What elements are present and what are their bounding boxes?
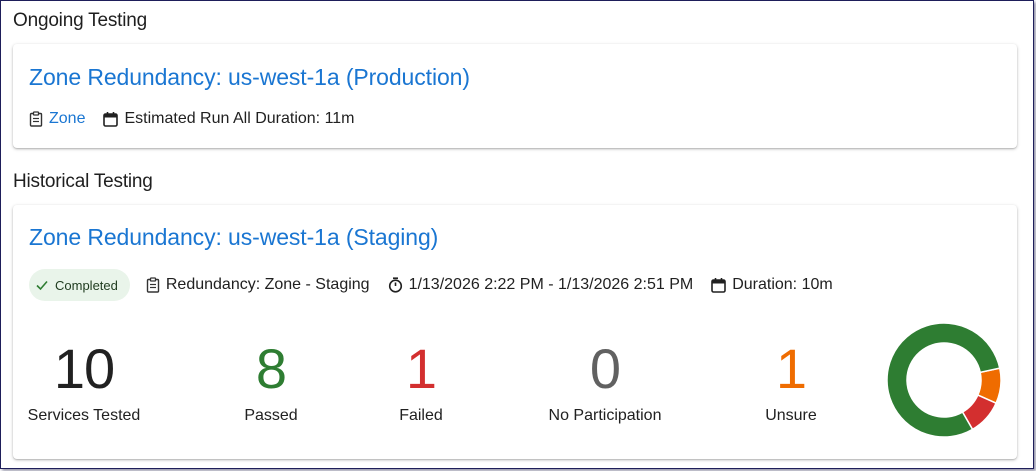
- scenario-name-text: Redundancy: Zone - Staging: [165, 276, 370, 293]
- stat-value: 1: [775, 337, 807, 400]
- ongoing-test-meta: Zone Estimated Run All Duration: 11m: [29, 110, 373, 128]
- stat-label: No Participation: [548, 407, 662, 424]
- scenario-type: Zone: [29, 110, 85, 128]
- run-duration-text: Duration: 10m: [732, 276, 833, 293]
- stat-unsure: 1 Unsure: [733, 341, 849, 425]
- stat-label: Services Tested: [27, 407, 141, 424]
- stat-passed: 8 Passed: [213, 341, 329, 425]
- timer-icon: [388, 277, 402, 293]
- calendar-icon: [711, 278, 727, 293]
- status-badge: Completed: [29, 269, 130, 301]
- estimated-duration-text: Estimated Run All Duration: 11m: [124, 110, 355, 127]
- check-icon: [36, 280, 48, 291]
- stat-services-tested: 10 Services Tested: [13, 341, 155, 425]
- results-donut-chart[interactable]: [885, 321, 1003, 439]
- stat-failed: 1 Failed: [363, 341, 479, 425]
- stat-label: Passed: [244, 407, 298, 424]
- stat-no-participation: 0 No Participation: [535, 341, 675, 425]
- stat-label: Failed: [399, 407, 443, 424]
- zone-link[interactable]: Zone: [49, 110, 85, 128]
- clipboard-icon: [29, 111, 43, 127]
- time-range-text: 1/13/2026 2:22 PM - 1/13/2026 2:51 PM: [408, 276, 694, 293]
- stat-value: 8: [255, 337, 287, 400]
- donut-slices: [886, 322, 1002, 438]
- ongoing-test-card[interactable]: Zone Redundancy: us-west-1a (Production)…: [13, 44, 1017, 148]
- run-duration: Duration: 10m: [711, 276, 833, 294]
- time-range: 1/13/2026 2:22 PM - 1/13/2026 2:51 PM: [388, 276, 694, 294]
- stat-value: 0: [589, 337, 621, 400]
- stat-value: 1: [405, 337, 437, 400]
- scenario-name: Redundancy: Zone - Staging: [146, 276, 370, 294]
- historical-test-meta: Completed Redundancy: Zone - Staging 1/1…: [29, 269, 851, 301]
- test-results-panel: Ongoing Testing Zone Redundancy: us-west…: [0, 0, 1034, 469]
- ongoing-test-title[interactable]: Zone Redundancy: us-west-1a (Production): [29, 64, 470, 91]
- stat-label: Unsure: [765, 407, 817, 424]
- historical-test-title[interactable]: Zone Redundancy: us-west-1a (Staging): [29, 224, 438, 251]
- ongoing-testing-heading: Ongoing Testing: [13, 10, 147, 31]
- status-badge-label: Completed: [55, 277, 118, 293]
- calendar-icon: [103, 112, 119, 127]
- clipboard-icon: [146, 277, 160, 293]
- estimated-duration: Estimated Run All Duration: 11m: [103, 110, 355, 128]
- historical-test-card[interactable]: Zone Redundancy: us-west-1a (Staging) Co…: [13, 205, 1017, 459]
- stat-value: 10: [53, 337, 115, 400]
- historical-testing-heading: Historical Testing: [13, 171, 153, 192]
